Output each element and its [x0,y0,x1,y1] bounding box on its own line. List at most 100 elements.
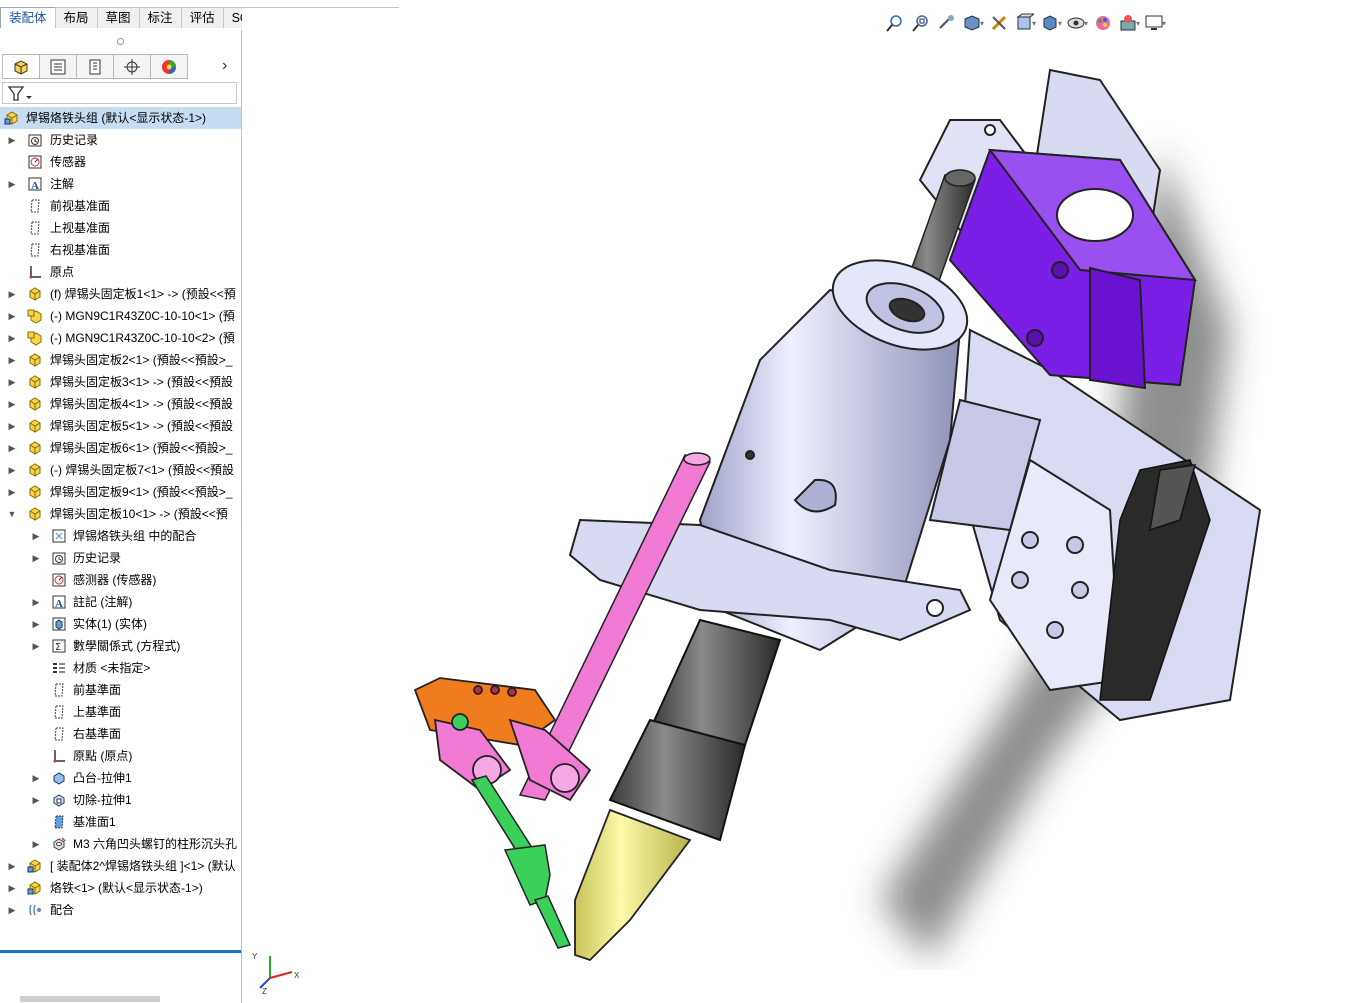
assembly-model[interactable] [400,60,1280,970]
expand-arrow-icon[interactable]: ▶ [7,129,17,151]
tree-item[interactable]: ▶ Σ 數學關係式 (方程式) [0,635,241,657]
tree-item-label: (f) 焊锡头固定板1<1> -> (预設<<預 [50,287,236,301]
tree-item[interactable]: ▶ (-) 焊锡头固定板7<1> (預設<<預設 [0,459,241,481]
tree-item[interactable]: ▶ (-) MGN9C1R43Z0C-10-10<2> (預 [0,327,241,349]
tree-item[interactable]: ▶ 烙铁<1> (默认<显示状态-1>) [0,877,241,899]
expand-arrow-icon[interactable]: ▶ [31,547,41,569]
tree-item-label: 配合 [50,903,75,917]
tree-item[interactable]: ▶ (f) 焊锡头固定板1<1> -> (预設<<預 [0,283,241,305]
tree-item[interactable]: ▶ 焊锡头固定板6<1> (預設<<預設>_ [0,437,241,459]
view-tool-zoom-to-area[interactable] [910,12,932,34]
expand-arrow-icon[interactable]: ▶ [7,437,17,459]
expand-arrow-icon[interactable]: ▶ [31,591,41,613]
chevron-right-icon[interactable]: › [222,57,227,75]
view-tool-edit-appearance[interactable] [1092,12,1114,34]
expand-arrow-icon[interactable]: ▶ [7,481,17,503]
expand-arrow-icon[interactable]: ▶ [7,415,17,437]
tree-item[interactable]: 传感器 [0,151,241,173]
tree-item[interactable]: ▶ 凸台-拉伸1 [0,767,241,789]
view-tool-display-style[interactable] [1040,12,1062,34]
expand-arrow-icon[interactable]: ▶ [31,525,41,547]
tree-item[interactable]: ▶ 焊锡头固定板3<1> -> (預設<<預設 [0,371,241,393]
tree-item[interactable]: 原点 [0,261,241,283]
tree-item[interactable]: ▶ 焊锡头固定板5<1> -> (預設<<預設 [0,415,241,437]
expand-arrow-icon[interactable]: ▶ [7,371,17,393]
panel-tab-display-manager[interactable] [150,54,188,79]
view-tool-apply-scene[interactable] [1118,12,1140,34]
solder-tip [574,808,692,962]
expand-arrow-icon[interactable]: ▶ [31,789,41,811]
tab-2[interactable]: 草图 [96,7,140,28]
panel-grip[interactable] [0,30,241,52]
expand-arrow-icon[interactable]: ▶ [31,635,41,657]
tree-item[interactable]: ▶ 焊锡头固定板2<1> (預設<<預設>_ [0,349,241,371]
tree-item[interactable]: 原點 (原点) [0,745,241,767]
tree-item-label: [ 装配体2^焊锡烙铁头组 ]<1> (默认 [50,859,236,873]
tree-item[interactable]: 基准面1 [0,811,241,833]
tree-item-label: 焊锡头固定板3<1> -> (預設<<預設 [50,375,234,389]
panel-tab-property-manager[interactable] [39,54,77,79]
tree-item[interactable]: ▶ [ 装配体2^焊锡烙铁头组 ]<1> (默认 [0,855,241,877]
tree-item[interactable]: 右视基准面 [0,239,241,261]
expand-arrow-icon[interactable]: ▶ [7,855,17,877]
panel-tab-feature-manager[interactable] [2,54,40,79]
tree-item[interactable]: ▶ 配合 [0,899,241,921]
tree-item[interactable]: ▶ 焊锡头固定板9<1> (預設<<預設>_ [0,481,241,503]
ref-plane-icon [51,814,68,830]
tree-item[interactable]: ▶ 历史记录 [0,547,241,569]
expand-arrow-icon[interactable]: ▶ [7,327,17,349]
tree-item[interactable]: ▼ 焊锡头固定板10<1> -> (預設<<預 [0,503,241,525]
tree-item[interactable]: ▶ A 註記 (注解) [0,591,241,613]
tree-item[interactable]: ▶ 焊锡烙铁头组 中的配合 [0,525,241,547]
expand-arrow-icon[interactable]: ▶ [7,173,17,195]
expand-arrow-icon[interactable]: ▶ [7,877,17,899]
expand-arrow-icon[interactable]: ▶ [7,459,17,481]
tree-item[interactable]: ▶ 切除-拉伸1 [0,789,241,811]
tree-item[interactable]: ▶ 实体(1) (实体) [0,613,241,635]
view-tool-hide-show[interactable] [1066,12,1088,34]
tree-item-label: (-) MGN9C1R43Z0C-10-10<1> (預 [50,309,235,323]
filter-icon[interactable] [7,84,33,104]
apply-scene-icon [1120,15,1136,31]
horizontal-scrollbar[interactable] [20,996,160,1002]
property-manager-icon [50,59,66,74]
tree-item[interactable]: ▶ 焊锡头固定板4<1> -> (預設<<預設 [0,393,241,415]
expand-arrow-icon[interactable]: ▶ [31,767,41,789]
view-tool-previous-view[interactable] [936,12,958,34]
tree-item[interactable]: 材质 <未指定> [0,657,241,679]
tree-item[interactable]: 上视基准面 [0,217,241,239]
expand-arrow-icon[interactable]: ▶ [7,899,17,921]
tree-item[interactable]: 前视基准面 [0,195,241,217]
plane-icon [27,198,44,214]
expand-arrow-icon[interactable]: ▶ [7,283,17,305]
tree-item-label: 焊锡头固定板5<1> -> (預設<<預設 [50,419,234,433]
view-tool-dynamic-annotation[interactable] [988,12,1010,34]
tab-3[interactable]: 标注 [138,7,182,28]
expand-arrow-icon[interactable]: ▶ [31,613,41,635]
tab-0[interactable]: 装配体 [0,7,56,28]
tree-item[interactable]: 前基準面 [0,679,241,701]
expand-arrow-icon[interactable]: ▶ [7,393,17,415]
tree-item[interactable]: ▶ M3 六角凹头螺钉的柱形沉头孔 [0,833,241,855]
tree-item[interactable]: ▶ A 注解 [0,173,241,195]
expand-arrow-icon[interactable]: ▶ [7,349,17,371]
tree-filter[interactable] [2,82,237,104]
collapse-arrow-icon[interactable]: ▼ [7,503,17,525]
view-tool-view-orientation[interactable] [1014,12,1036,34]
tree-item[interactable]: ▶ (-) MGN9C1R43Z0C-10-10<1> (預 [0,305,241,327]
panel-tab-configuration-manager[interactable] [76,54,114,79]
panel-tab-dimxpert-manager[interactable] [113,54,151,79]
tree-item[interactable]: 感测器 (传感器) [0,569,241,591]
tree-item[interactable]: ▶ 历史记录 [0,129,241,151]
tree-item[interactable]: 焊锡烙铁头组 (默认<显示状态-1>) [0,107,241,129]
expand-arrow-icon[interactable]: ▶ [31,833,41,855]
tab-4[interactable]: 评估 [180,7,224,28]
tree-item-label: 前视基准面 [50,199,111,213]
tree-item[interactable]: 右基準面 [0,723,241,745]
view-tool-section-view[interactable] [962,12,984,34]
view-tool-view-settings[interactable] [1144,12,1166,34]
tab-1[interactable]: 布局 [54,7,98,28]
tree-item[interactable]: 上基準面 [0,701,241,723]
expand-arrow-icon[interactable]: ▶ [7,305,17,327]
view-tool-zoom-to-fit[interactable] [884,12,906,34]
